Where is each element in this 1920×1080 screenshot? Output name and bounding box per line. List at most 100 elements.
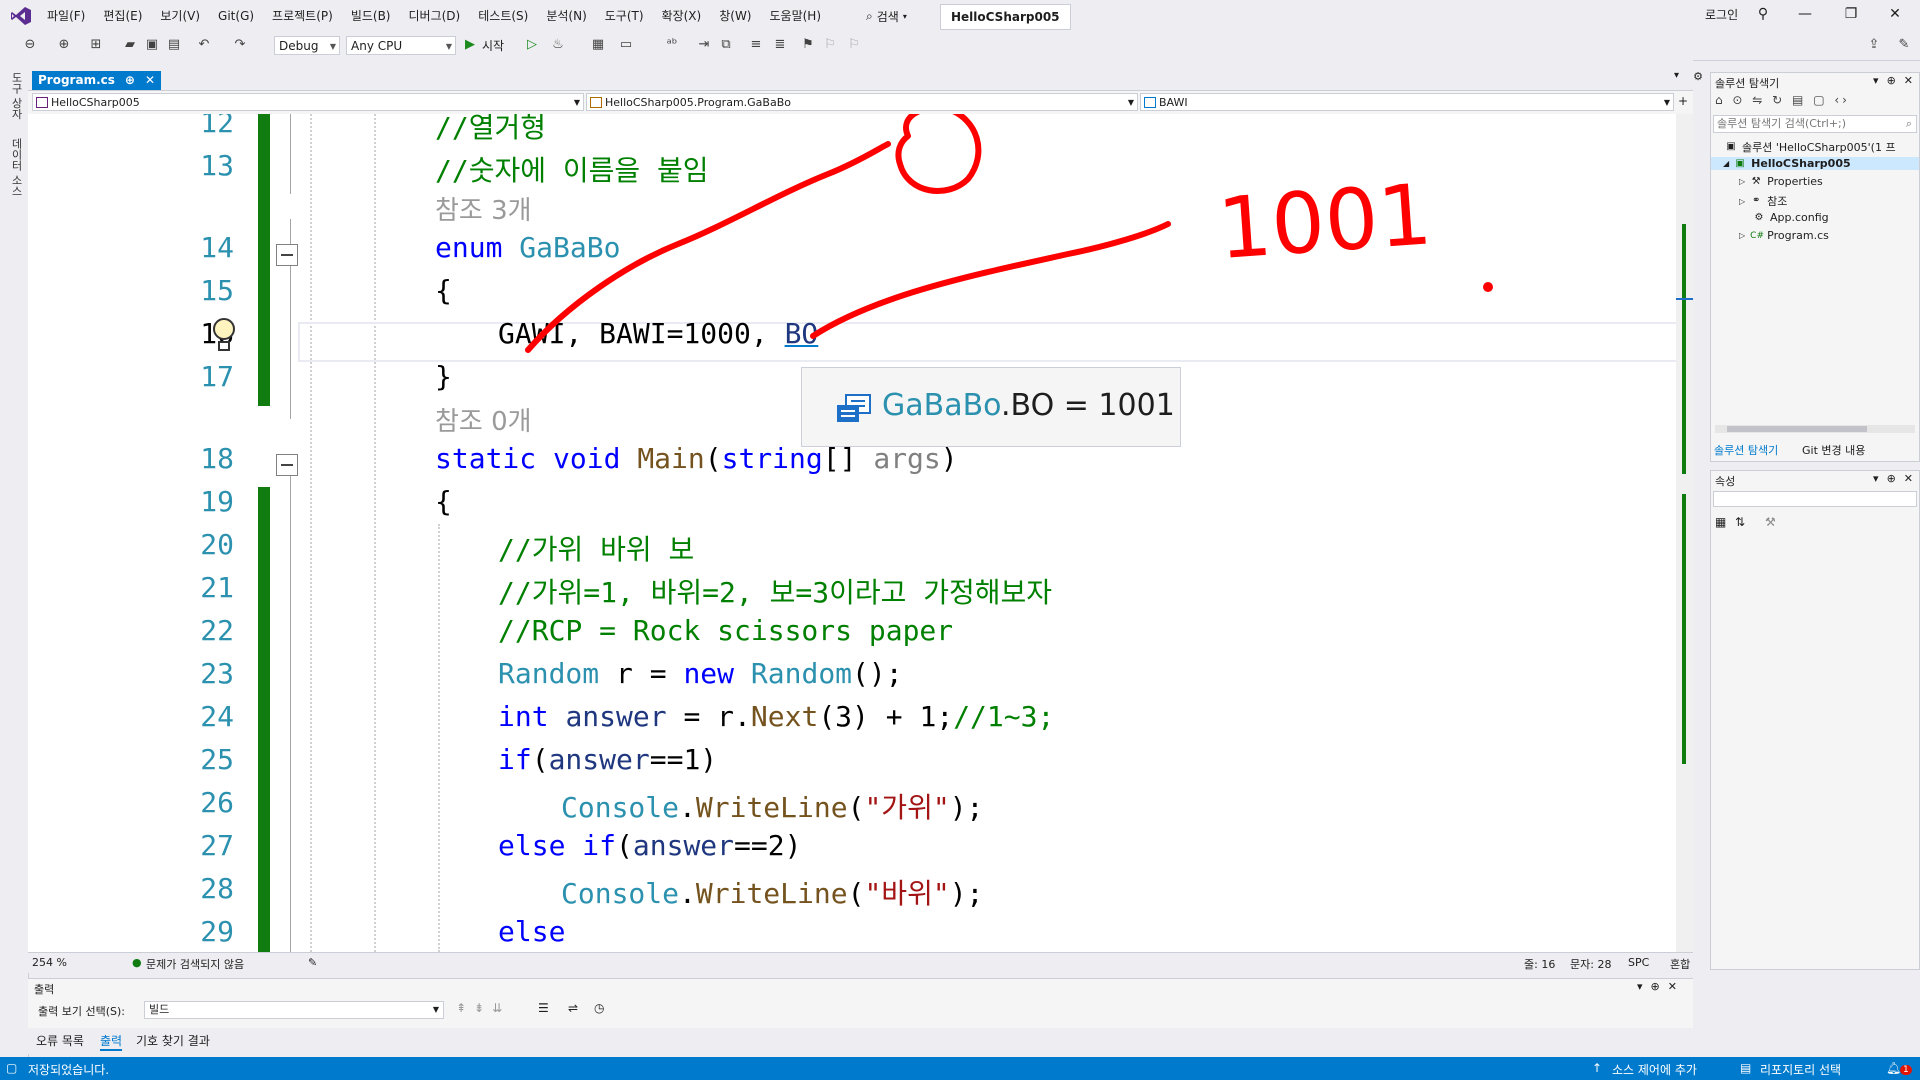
menu-window[interactable]: 창(W) — [710, 0, 760, 32]
platform-select[interactable]: Any CPU ▼ — [346, 36, 456, 55]
tab-find-symbol-results[interactable]: 기호 찾기 결과 — [136, 1032, 210, 1049]
property-pages-icon[interactable]: ⚒ — [1765, 515, 1776, 529]
notification-bell-icon[interactable]: 🔔︎ — [1886, 1061, 1901, 1075]
zoom-level[interactable]: 254 % — [32, 956, 67, 969]
spellcheck-icon[interactable]: ᵃᵇ — [664, 37, 680, 53]
panel-menu-icon[interactable]: ▾ — [1873, 472, 1879, 485]
menu-project[interactable]: 프로젝트(P) — [263, 0, 342, 32]
tab-git-changes[interactable]: Git 변경 내용 — [1802, 442, 1865, 458]
configuration-select[interactable]: Debug ▼ — [274, 36, 340, 55]
tab-overflow-icon[interactable]: ▾ — [1674, 70, 1679, 81]
tab-output[interactable]: 출력 — [100, 1032, 123, 1051]
properties-object-select[interactable] — [1713, 491, 1917, 507]
account-icon[interactable]: ⚲ — [1748, 6, 1778, 22]
editor-vertical-scrollbar[interactable] — [1676, 114, 1693, 952]
close-icon[interactable]: ✕ — [1904, 74, 1913, 87]
feedback-icon[interactable]: ✎ — [1896, 37, 1912, 53]
tab-solution-explorer[interactable]: 솔루션 탐색기 — [1714, 442, 1778, 458]
menu-view[interactable]: 보기(V) — [151, 0, 209, 32]
add-to-source-control[interactable]: 소스 제어에 추가 — [1612, 1061, 1697, 1078]
login-link[interactable]: 로그인 — [1705, 6, 1738, 23]
open-folder-icon[interactable]: ▰ — [122, 37, 138, 53]
clock-icon[interactable]: ◷ — [594, 1001, 604, 1015]
prev-bookmark-icon[interactable]: ⚐ — [822, 37, 838, 53]
panel-menu-icon[interactable]: ▾ — [1873, 74, 1879, 87]
tree-item-program-cs[interactable]: ▷ C# Program.cs — [1739, 229, 1829, 242]
line-ending-indicator[interactable]: 혼합 — [1670, 956, 1690, 972]
undo-icon[interactable]: ↶ — [196, 37, 212, 53]
forward-icon[interactable]: ⊕ — [56, 37, 72, 53]
menu-file[interactable]: 파일(F) — [38, 0, 94, 32]
char-indicator[interactable]: 문자: 28 — [1570, 956, 1611, 972]
menu-search[interactable]: ⌕ 검색 ▾ — [866, 6, 907, 26]
categorized-icon[interactable]: ▦ — [1715, 515, 1726, 529]
visual-studio-logo-icon[interactable] — [10, 6, 32, 26]
back-icon[interactable]: ⊖ — [22, 37, 38, 53]
menu-debug[interactable]: 디버그(D) — [400, 0, 470, 32]
menu-build[interactable]: 빌드(B) — [342, 0, 400, 32]
clear-all-icon[interactable]: ☰ — [538, 1001, 549, 1015]
breakpoints-icon[interactable]: ⧉ — [718, 37, 734, 53]
line-indicator[interactable]: 줄: 16 — [1524, 956, 1555, 972]
whitespace-indicator[interactable]: SPC — [1628, 956, 1649, 969]
alphabetical-sort-icon[interactable]: ⇅ — [1735, 515, 1745, 529]
close-window-button[interactable]: ✕ — [1880, 6, 1910, 22]
tab-error-list[interactable]: 오류 목록 — [36, 1032, 84, 1049]
comment-icon[interactable]: ≡ — [748, 37, 764, 53]
tab-program-cs[interactable]: Program.cs ⊕ ✕ — [32, 71, 162, 90]
pin-icon[interactable]: ⊕ — [125, 71, 135, 90]
start-without-debug-icon[interactable]: ▷ — [524, 37, 540, 53]
solution-explorer-toolbar[interactable]: ⌂ ⊙ ⇋ ↻ ▤ ▢ ‹› — [1715, 93, 1915, 111]
bookmark-icon[interactable]: ⚑ — [800, 37, 816, 53]
issues-status[interactable]: 문제가 검색되지 않음 — [146, 956, 244, 972]
toolbox-tab[interactable]: 도구 상자 — [8, 72, 24, 120]
tree-project-row[interactable]: ◢ ▣ HelloCSharp005 — [1711, 157, 1919, 170]
settings-icon[interactable]: ⚙ — [1693, 70, 1703, 83]
close-icon[interactable]: ✕ — [145, 71, 155, 90]
menu-analyze[interactable]: 분석(N) — [537, 0, 595, 32]
project-dropdown[interactable]: HelloCSharp005 ▼ — [32, 93, 584, 111]
save-icon[interactable]: ▣ — [144, 37, 160, 53]
layout-icon[interactable]: ▭ — [618, 37, 634, 53]
menu-git[interactable]: Git(G) — [209, 0, 263, 32]
pin-icon[interactable]: ⊕ — [1887, 74, 1896, 87]
tree-item-app-config[interactable]: ⚙ App.config — [1753, 211, 1829, 224]
tree-item-properties[interactable]: ▷ ⚒ Properties — [1739, 175, 1823, 188]
menu-test[interactable]: 테스트(S) — [469, 0, 537, 32]
browse-icon[interactable]: ▦ — [590, 37, 606, 53]
redo-icon[interactable]: ↷ — [232, 37, 248, 53]
menu-help[interactable]: 도움말(H) — [761, 0, 831, 32]
step-icon[interactable]: ⇥ — [696, 37, 712, 53]
save-all-icon[interactable]: ▤ — [166, 37, 182, 53]
start-label[interactable]: 시작 — [482, 37, 504, 54]
split-editor-icon[interactable]: + — [1678, 94, 1688, 108]
output-source-select[interactable]: 빌드 ▼ — [144, 1001, 444, 1019]
output-toolbar-icons[interactable]: ⇞⇟⇊ — [456, 1001, 510, 1015]
member-dropdown[interactable]: BAWI ▼ — [1140, 93, 1674, 111]
tree-solution-row[interactable]: ▣ 솔루션 'HelloCSharp005'(1 프 — [1725, 139, 1895, 155]
data-sources-tab[interactable]: 데이터 소스 — [8, 138, 24, 197]
share-icon[interactable]: ⇪ — [1866, 37, 1882, 53]
select-repository[interactable]: 리포지토리 선택 — [1760, 1061, 1841, 1078]
scrollbar-thumb[interactable] — [1727, 426, 1867, 432]
start-play-icon[interactable]: ▶ — [462, 37, 478, 53]
code-cleanup-icon[interactable]: ✎ — [308, 956, 317, 969]
solution-search-input[interactable]: 솔루션 탐색기 검색(Ctrl+;) ⌕ — [1713, 115, 1917, 133]
hot-reload-icon[interactable]: ♨ — [550, 37, 566, 53]
pin-icon[interactable]: ⊕ — [1887, 472, 1896, 485]
menu-extensions[interactable]: 확장(X) — [653, 0, 711, 32]
close-icon[interactable]: ✕ — [1904, 472, 1913, 485]
new-item-icon[interactable]: ⊞ — [88, 37, 104, 53]
tree-item-references[interactable]: ▷ ⚭ 참조 — [1739, 193, 1787, 209]
minimize-button[interactable]: — — [1790, 6, 1820, 22]
class-dropdown[interactable]: HelloCSharp005.Program.GaBaBo ▼ — [586, 93, 1138, 111]
output-panel-buttons[interactable]: ▾⊕✕ — [1637, 980, 1685, 993]
maximize-button[interactable]: ❐ — [1836, 6, 1866, 22]
menu-edit[interactable]: 편집(E) — [94, 0, 151, 32]
uncomment-icon[interactable]: ≣ — [772, 37, 788, 53]
next-bookmark-icon[interactable]: ⚐ — [846, 37, 862, 53]
horizontal-scrollbar[interactable] — [1715, 425, 1915, 433]
menu-tools[interactable]: 도구(T) — [596, 0, 653, 32]
word-wrap-icon[interactable]: ⇌ — [568, 1001, 578, 1015]
collapse-region-button[interactable] — [276, 454, 298, 476]
